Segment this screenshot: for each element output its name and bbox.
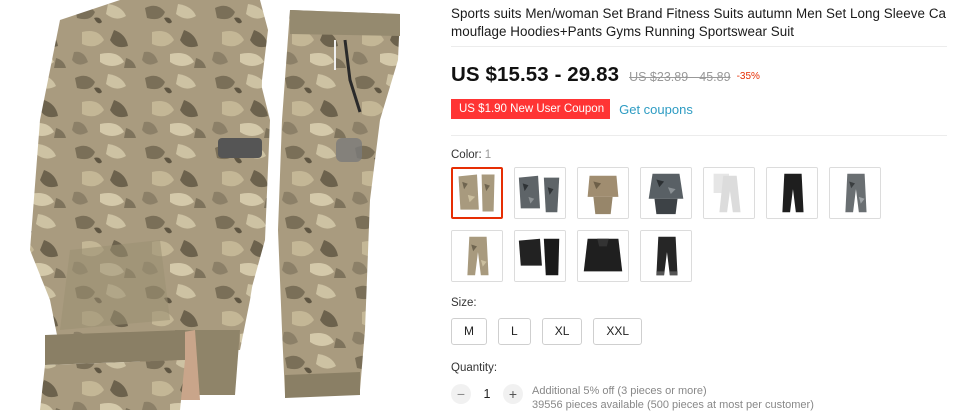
bulk-discount-note: Additional 5% off (3 pieces or more) bbox=[532, 385, 707, 397]
color-swatch-2[interactable] bbox=[514, 167, 566, 219]
color-swatch-3[interactable] bbox=[577, 167, 629, 219]
quantity-notes: Additional 5% off (3 pieces or more) 395… bbox=[532, 384, 814, 412]
price-row: US $15.53 - 29.83 US $23.89 - 45.89 -35% bbox=[451, 63, 760, 87]
color-swatch-6[interactable] bbox=[766, 167, 818, 219]
color-swatch-7[interactable] bbox=[829, 167, 881, 219]
current-price: US $15.53 - 29.83 bbox=[451, 63, 620, 86]
color-swatch-8[interactable] bbox=[451, 230, 503, 282]
quantity-input[interactable]: 1 bbox=[471, 384, 503, 404]
quantity-decrease-button[interactable]: − bbox=[451, 384, 471, 404]
black-joggers-thumbnail bbox=[641, 231, 691, 281]
size-option-xl[interactable]: XL bbox=[541, 318, 583, 345]
original-price: US $23.89 - 45.89 bbox=[629, 70, 731, 84]
size-option-l[interactable]: L bbox=[498, 318, 531, 345]
khaki-pants-thumbnail bbox=[452, 231, 502, 281]
color-swatch-1[interactable] bbox=[451, 167, 503, 219]
color-selected-value: 1 bbox=[484, 149, 492, 161]
product-info: Sports suits Men/woman Set Brand Fitness… bbox=[448, 0, 947, 411]
size-option-m[interactable]: M bbox=[451, 318, 487, 345]
camo-khaki-set-thumbnail bbox=[578, 168, 628, 218]
quantity-stepper: − 1 + Additional 5% off (3 pieces or mor… bbox=[451, 384, 814, 412]
size-option-xxl[interactable]: XXL bbox=[593, 318, 643, 345]
camo-grey-hoodie-thumbnail bbox=[641, 168, 691, 218]
size-options: M L XL XXL bbox=[451, 318, 653, 345]
get-coupons-link[interactable]: Get coupons bbox=[619, 102, 693, 117]
grey-camo-pants-thumbnail bbox=[830, 168, 880, 218]
coupon-row: US $1.90 New User Coupon Get coupons bbox=[448, 99, 693, 119]
title-divider bbox=[451, 46, 947, 47]
color-swatch-4[interactable] bbox=[640, 167, 692, 219]
camo-tan-set-thumbnail bbox=[453, 169, 501, 217]
product-title: Sports suits Men/woman Set Brand Fitness… bbox=[451, 6, 947, 39]
camo-tracksuit-photo bbox=[0, 0, 422, 410]
price-divider bbox=[451, 135, 947, 136]
product-main-image[interactable] bbox=[0, 0, 422, 410]
color-label-text: Color: bbox=[451, 149, 482, 161]
new-user-coupon-badge[interactable]: US $1.90 New User Coupon bbox=[448, 99, 613, 119]
color-label: Color: 1 bbox=[451, 149, 491, 161]
white-set-thumbnail bbox=[704, 168, 754, 218]
discount-badge: -35% bbox=[736, 71, 760, 82]
size-label: Size: bbox=[451, 297, 477, 309]
quantity-label: Quantity: bbox=[451, 362, 498, 374]
color-swatch-9[interactable] bbox=[514, 230, 566, 282]
color-swatch-10[interactable] bbox=[577, 230, 629, 282]
black-pants-thumbnail bbox=[767, 168, 817, 218]
stock-availability-note: 39556 pieces available (500 pieces at mo… bbox=[532, 399, 814, 411]
black-set-thumbnail bbox=[515, 231, 565, 281]
color-swatch-5[interactable] bbox=[703, 167, 755, 219]
quantity-increase-button[interactable]: + bbox=[503, 384, 523, 404]
camo-grey-set-thumbnail bbox=[515, 168, 565, 218]
color-swatch-11[interactable] bbox=[640, 230, 692, 282]
black-hoodie-thumbnail bbox=[578, 231, 628, 281]
